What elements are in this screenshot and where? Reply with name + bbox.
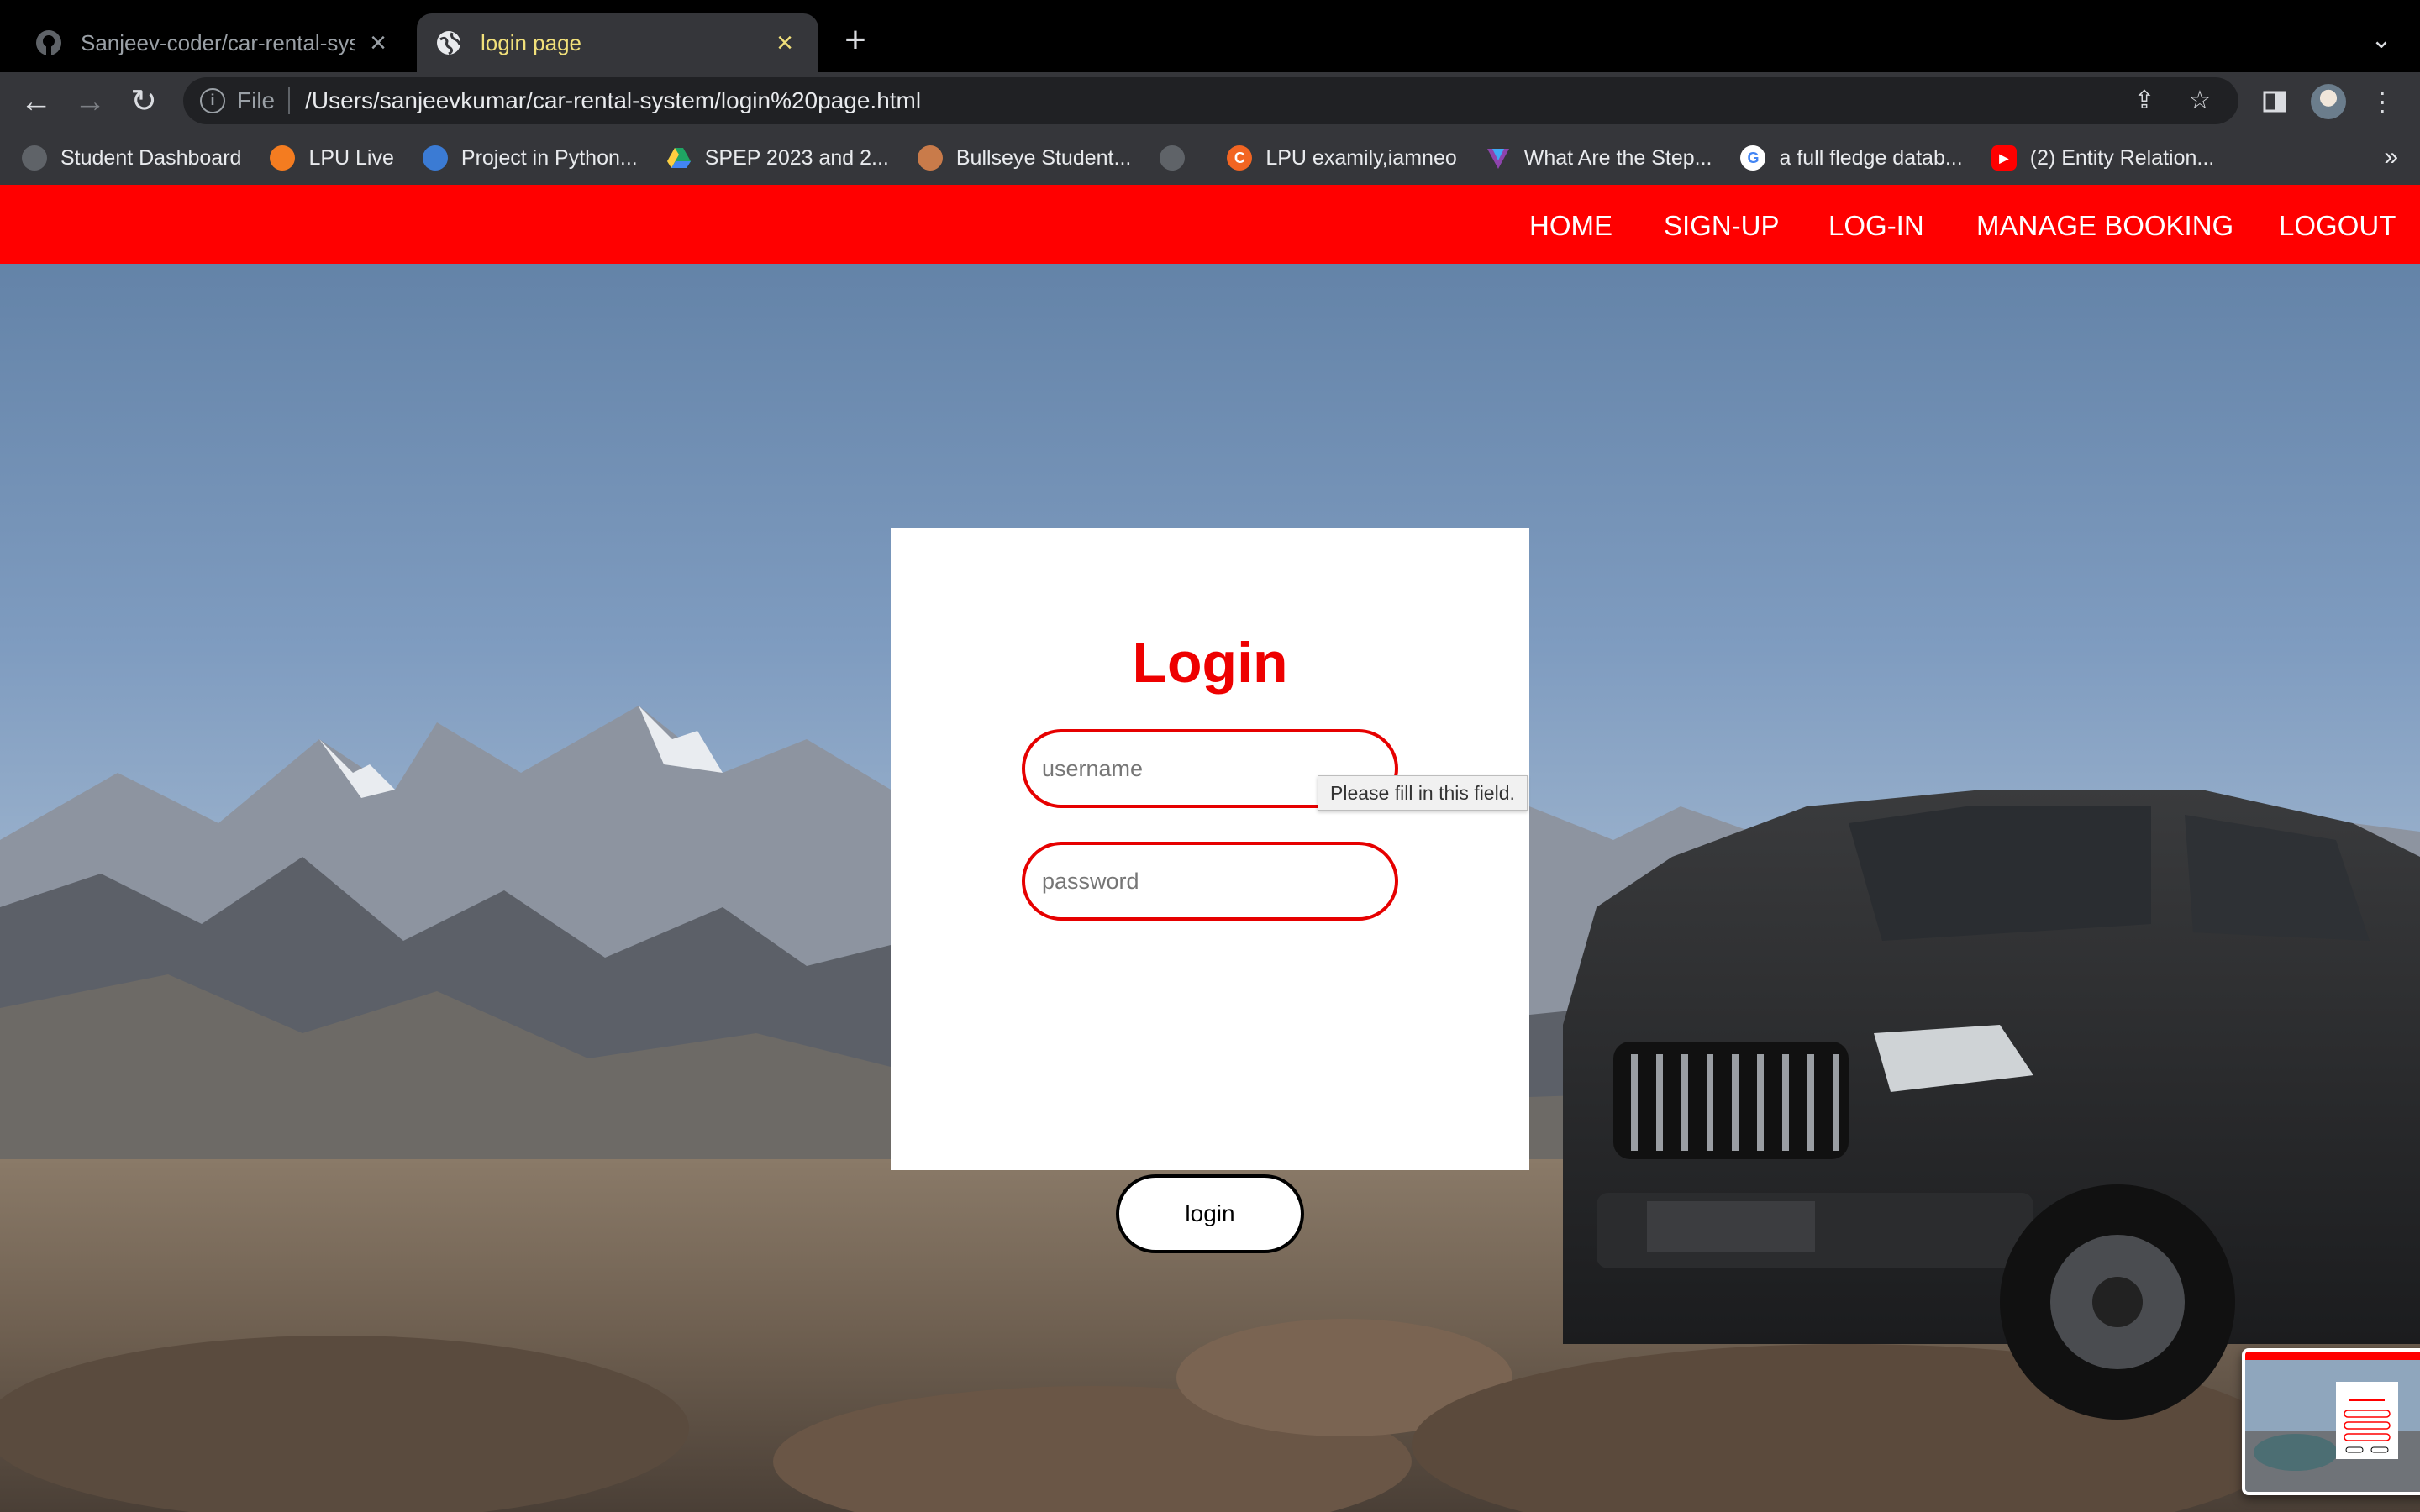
info-icon[interactable]: i — [200, 88, 225, 113]
tab-title: login page — [481, 29, 581, 55]
tab-search-icon[interactable]: ⌄ — [2366, 25, 2396, 55]
password-input[interactable] — [1022, 842, 1398, 921]
kebab-menu-icon[interactable]: ⋮ — [2363, 82, 2402, 121]
side-panel-icon[interactable] — [2255, 82, 2294, 121]
login-button[interactable]: login — [1116, 1174, 1304, 1253]
login-card: Login login — [891, 528, 1529, 1253]
globe-icon — [1160, 145, 1186, 171]
tab-title: Sanjeev-coder/car-rental-syst — [81, 29, 355, 55]
bookmark-lpu-examly[interactable]: C LPU examily,iamneo — [1227, 145, 1457, 171]
bookmark-spep[interactable]: SPEP 2023 and 2... — [666, 145, 889, 171]
bookmark-full-fledge-db[interactable]: G a full fledge datab... — [1740, 145, 1963, 171]
bookmark-label: a full fledge datab... — [1779, 145, 1963, 170]
nav-logout[interactable]: LOGOUT — [2279, 210, 2396, 242]
bookmark-bullseye[interactable]: Bullseye Student... — [917, 145, 1132, 171]
bookmark-label: What Are the Step... — [1523, 145, 1712, 170]
tab-github[interactable]: Sanjeev-coder/car-rental-syst × — [17, 13, 412, 72]
signup-preview-image — [2245, 1352, 2420, 1492]
bookmark-label: SPEP 2023 and 2... — [704, 145, 889, 170]
nav-home[interactable]: HOME — [1529, 210, 1612, 242]
bookmark-label: Student Dashboard — [60, 145, 242, 170]
divider — [288, 87, 291, 114]
nav-log-in[interactable]: LOG-IN — [1828, 210, 1924, 242]
address-bar[interactable]: i File /Users/sanjeevkumar/car-rental-sy… — [183, 77, 2238, 124]
github-icon — [35, 29, 62, 56]
google-drive-icon — [666, 145, 692, 171]
page-viewport: HOME SIGN-UP LOG-IN MANAGE BOOKING LOGOU… — [0, 185, 2420, 1512]
google-icon: G — [1740, 145, 1766, 171]
url-scheme: File — [237, 87, 276, 113]
tab-login-page[interactable]: login page × — [417, 13, 818, 72]
more-bookmarks-icon[interactable]: » — [2384, 143, 2398, 171]
youtube-icon: ▶ — [1991, 145, 2017, 171]
suv-image — [1563, 790, 2420, 1420]
share-icon[interactable]: ⇪ — [2128, 84, 2161, 118]
lpu-live-icon — [270, 145, 296, 171]
validation-tooltip: Please fill in this field. — [1318, 775, 1528, 811]
nav-manage-booking[interactable]: MANAGE BOOKING — [1976, 210, 2233, 242]
bookmarks-bar: Student Dashboard LPU Live Project in Py… — [0, 131, 2420, 185]
bookmark-label: LPU examily,iamneo — [1265, 145, 1457, 170]
bookmark-globe[interactable] — [1160, 145, 1198, 171]
examly-icon: C — [1227, 145, 1253, 171]
preview-thumbnail[interactable] — [2242, 1348, 2420, 1495]
forward-icon[interactable]: → — [71, 82, 109, 121]
bookmark-star-icon[interactable]: ☆ — [2183, 84, 2217, 118]
bookmark-label: Project in Python... — [460, 145, 638, 170]
bookmark-project-python[interactable]: Project in Python... — [422, 145, 638, 171]
url-text[interactable]: /Users/sanjeevkumar/car-rental-system/lo… — [305, 87, 2128, 114]
back-icon[interactable]: ← — [17, 82, 55, 121]
site-navbar: HOME SIGN-UP LOG-IN MANAGE BOOKING LOGOU… — [0, 185, 2420, 264]
bookmark-student-dashboard[interactable]: Student Dashboard — [22, 145, 241, 171]
close-icon[interactable]: × — [363, 28, 393, 58]
browser-tab-strip: Sanjeev-coder/car-rental-syst × login pa… — [0, 0, 2420, 72]
globe-icon — [22, 145, 47, 171]
python-project-icon — [422, 145, 448, 171]
nav-sign-up[interactable]: SIGN-UP — [1664, 210, 1780, 242]
bookmark-label: Bullseye Student... — [955, 145, 1132, 170]
login-title: Login — [1132, 631, 1288, 695]
bookmark-label: (2) Entity Relation... — [2029, 145, 2215, 170]
bookmark-entity-relation[interactable]: ▶ (2) Entity Relation... — [1991, 145, 2215, 171]
new-tab-button[interactable]: + — [837, 22, 874, 59]
vee-icon — [1486, 145, 1511, 171]
bookmark-what-are-steps[interactable]: What Are the Step... — [1486, 145, 1712, 171]
reload-icon[interactable]: ↻ — [124, 82, 163, 121]
bullseye-icon — [917, 145, 943, 171]
profile-avatar[interactable] — [2311, 84, 2346, 119]
bookmark-label: LPU Live — [308, 145, 394, 170]
bookmark-lpu-live[interactable]: LPU Live — [270, 145, 394, 171]
globe-icon — [435, 29, 462, 56]
browser-toolbar: ← → ↻ i File /Users/sanjeevkumar/car-ren… — [0, 72, 2420, 131]
close-icon[interactable]: × — [770, 28, 800, 58]
